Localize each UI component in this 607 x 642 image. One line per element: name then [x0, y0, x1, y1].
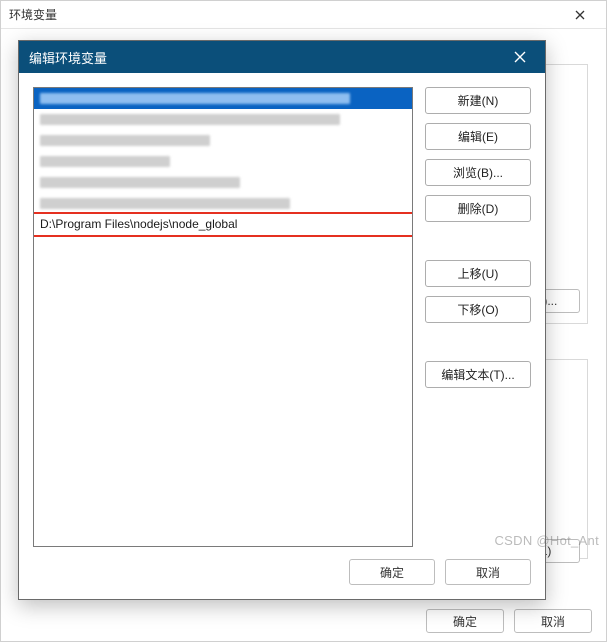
- parent-footer: 确定 取消: [426, 609, 592, 633]
- parent-title: 环境变量: [9, 6, 57, 23]
- list-item[interactable]: [34, 193, 412, 214]
- move-down-button[interactable]: 下移(O): [425, 296, 531, 323]
- close-icon[interactable]: [505, 41, 535, 73]
- edit-text-button[interactable]: 编辑文本(T)...: [425, 361, 531, 388]
- cancel-button[interactable]: 取消: [445, 559, 531, 585]
- move-up-button[interactable]: 上移(U): [425, 260, 531, 287]
- edit-env-var-dialog: 编辑环境变量 D:\Program Files\nodejs\node_glob…: [18, 40, 546, 600]
- ok-button[interactable]: 确定: [349, 559, 435, 585]
- dialog-footer: 确定 取消: [19, 555, 545, 599]
- path-listbox[interactable]: D:\Program Files\nodejs\node_global: [33, 87, 413, 547]
- dialog-title: 编辑环境变量: [29, 48, 107, 67]
- delete-button[interactable]: 删除(D): [425, 195, 531, 222]
- list-item[interactable]: [34, 88, 412, 109]
- list-item[interactable]: D:\Program Files\nodejs\node_global: [34, 214, 412, 235]
- edit-button[interactable]: 编辑(E): [425, 123, 531, 150]
- parent-cancel-button[interactable]: 取消: [514, 609, 592, 633]
- parent-titlebar: 环境变量: [1, 1, 606, 29]
- close-icon[interactable]: [562, 1, 598, 29]
- dialog-titlebar: 编辑环境变量: [19, 41, 545, 73]
- list-item[interactable]: [34, 151, 412, 172]
- new-button[interactable]: 新建(N): [425, 87, 531, 114]
- dialog-body: D:\Program Files\nodejs\node_global 新建(N…: [19, 73, 545, 555]
- list-item[interactable]: [34, 172, 412, 193]
- parent-ok-button[interactable]: 确定: [426, 609, 504, 633]
- browse-button[interactable]: 浏览(B)...: [425, 159, 531, 186]
- list-item[interactable]: [34, 130, 412, 151]
- dialog-button-column: 新建(N) 编辑(E) 浏览(B)... 删除(D) 上移(U) 下移(O) 编…: [425, 87, 531, 547]
- list-item[interactable]: [34, 109, 412, 130]
